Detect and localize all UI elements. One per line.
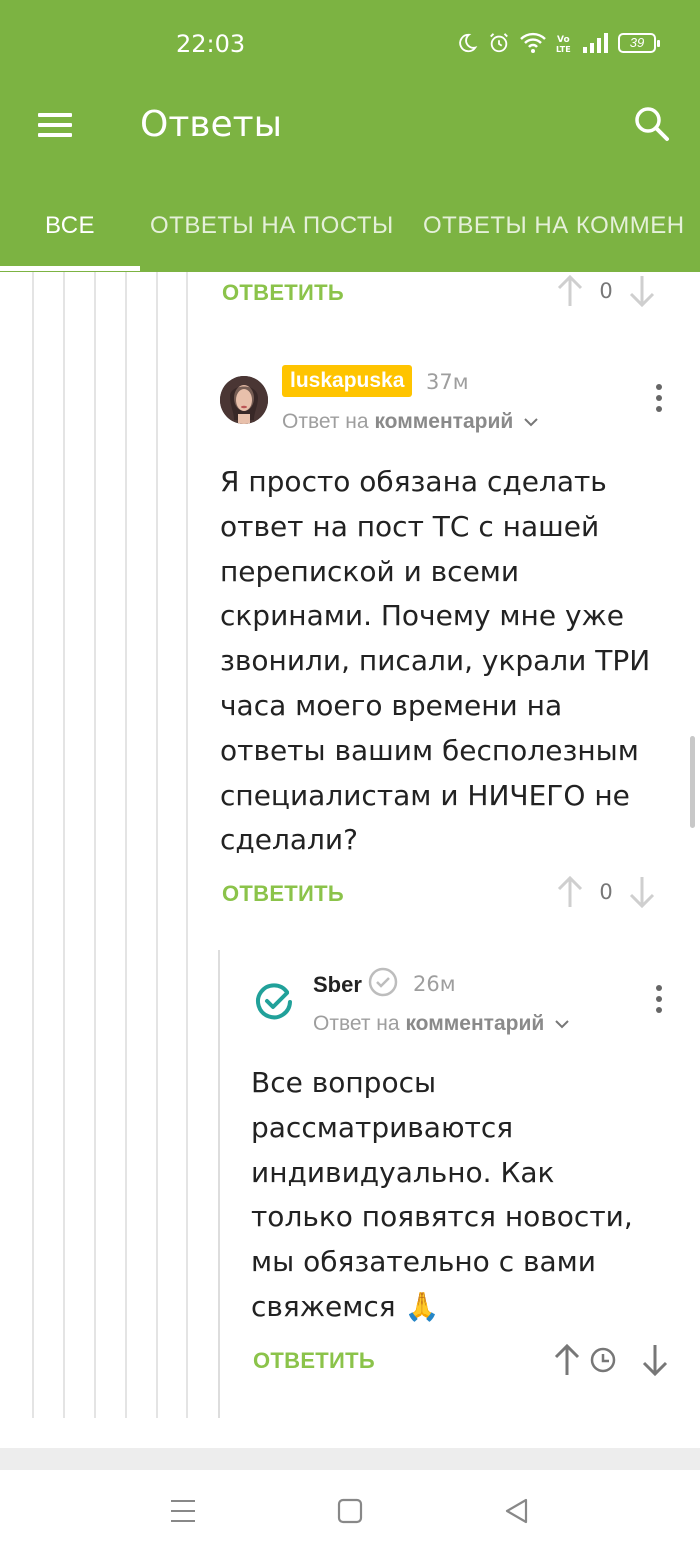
comments-feed[interactable]: ОТВЕТИТЬ 0 luskapuska 37м Ответ на комме… [0, 272, 700, 1448]
thread-line [63, 272, 65, 1418]
upvote-icon[interactable] [553, 1343, 581, 1377]
back-icon[interactable] [504, 1498, 530, 1524]
more-options-icon[interactable] [653, 985, 665, 1017]
app-header: 22:03 Vo LTE 39 Ответы ВСЕ ОТВЕТЫ НА ПОСТ… [0, 0, 700, 272]
wifi-icon [520, 32, 546, 53]
status-bar: 22:03 Vo LTE 39 [0, 0, 700, 90]
reply-target: комментарий [374, 410, 514, 433]
vote-controls: 0 [556, 875, 656, 909]
more-options-icon[interactable] [653, 384, 665, 416]
chevron-down-icon [555, 1020, 569, 1029]
reply-button[interactable]: ОТВЕТИТЬ [222, 280, 344, 306]
comment-time: 37м [426, 370, 469, 394]
tab-bar: ВСЕ ОТВЕТЫ НА ПОСТЫ ОТВЕТЫ НА КОММЕН [0, 190, 700, 272]
page-title: Ответы [140, 104, 283, 145]
recents-icon[interactable] [170, 1498, 196, 1524]
avatar[interactable] [220, 376, 268, 424]
thread-line [94, 272, 96, 1418]
downvote-icon[interactable] [628, 875, 656, 909]
thread-line [32, 272, 34, 1418]
avatar[interactable] [251, 978, 299, 1026]
hamburger-menu-icon[interactable] [36, 110, 76, 142]
vote-count: 0 [599, 880, 613, 904]
tab-indicator [0, 266, 140, 271]
search-icon[interactable] [632, 104, 672, 144]
comment-text: Все вопросы рассматриваются индивидуальн… [251, 1066, 633, 1323]
upvote-icon[interactable] [556, 875, 584, 909]
username[interactable]: Sber [313, 972, 362, 998]
status-time: 22:03 [176, 30, 246, 58]
scrollbar[interactable] [690, 736, 695, 828]
volte-icon: VoLTE [556, 35, 571, 54]
vote-controls: 0 [556, 274, 656, 308]
username[interactable]: luskapuska [282, 365, 413, 397]
home-icon[interactable] [337, 1498, 363, 1524]
svg-text:LTE: LTE [556, 45, 571, 54]
chevron-down-icon [524, 418, 538, 427]
svg-text:Vo: Vo [557, 35, 570, 45]
signal-icon [583, 33, 608, 53]
thread-line [186, 272, 188, 1418]
moon-icon [459, 33, 478, 53]
reply-to-link[interactable]: Ответ на комментарий [313, 1012, 570, 1036]
divider [0, 1448, 700, 1470]
vote-count: 0 [599, 279, 613, 303]
vote-controls [553, 1343, 669, 1377]
clock-icon [590, 1347, 616, 1373]
downvote-icon[interactable] [628, 274, 656, 308]
thread-line [156, 272, 158, 1418]
upvote-icon[interactable] [556, 274, 584, 308]
battery-icon: 39 [618, 33, 660, 53]
comment-text: Я просто обязана сделать ответ на пост Т… [220, 465, 651, 857]
tab-comment-replies[interactable]: ОТВЕТЫ НА КОММЕН [423, 190, 685, 272]
reply-to-link[interactable]: Ответ на комментарий [282, 410, 539, 434]
tab-all[interactable]: ВСЕ [45, 190, 95, 272]
reply-button[interactable]: ОТВЕТИТЬ [222, 881, 344, 907]
status-icons: Vo LTE 39 [456, 32, 660, 54]
tab-post-replies[interactable]: ОТВЕТЫ НА ПОСТЫ [150, 190, 394, 272]
thread-line [125, 272, 127, 1418]
toolbar: Ответы [0, 90, 700, 170]
verified-check-icon [368, 967, 398, 997]
alarm-icon [490, 33, 508, 53]
reply-button[interactable]: ОТВЕТИТЬ [253, 1348, 375, 1374]
thread-line [218, 950, 220, 1418]
reply-target: комментарий [405, 1012, 545, 1035]
comment-time: 26м [413, 972, 456, 996]
sber-logo-icon [256, 983, 292, 1020]
downvote-icon[interactable] [641, 1343, 669, 1377]
system-navbar [0, 1470, 700, 1556]
